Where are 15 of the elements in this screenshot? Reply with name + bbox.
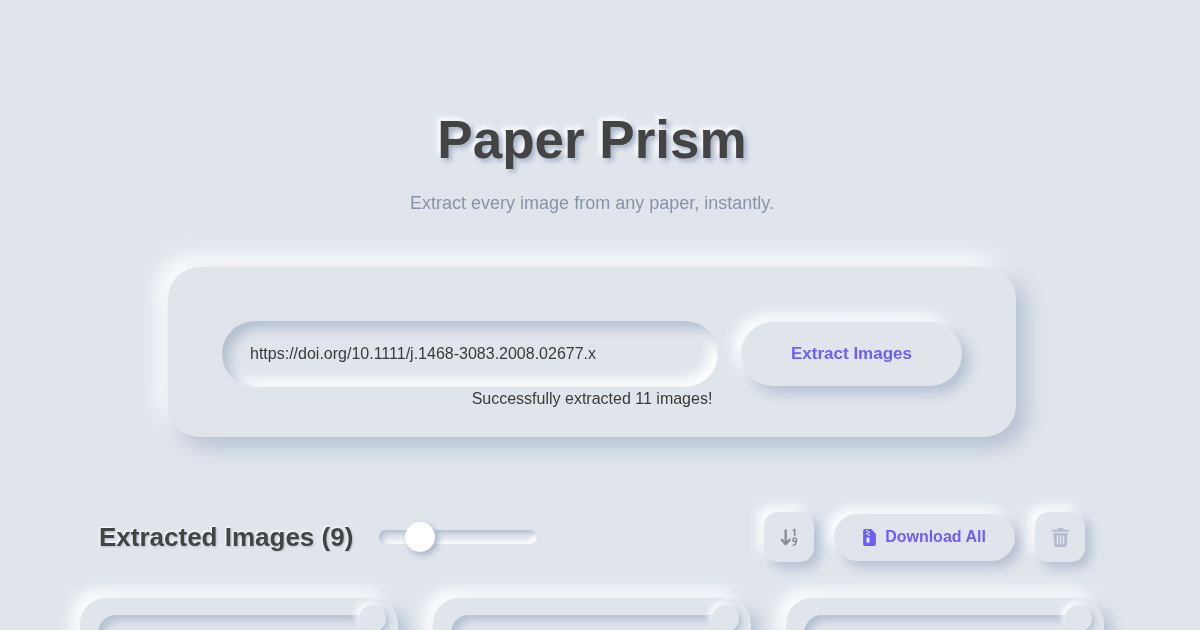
extract-button[interactable]: Extract Images [741,322,962,386]
section-heading: Extracted Images (9) [99,521,354,554]
url-field[interactable]: https://doi.org/10.1111/j.1468-3083.2008.02677.x [222,321,718,387]
slider-thumb[interactable] [404,522,435,552]
sort-button[interactable] [764,512,814,562]
circle-icon[interactable] [359,605,386,630]
circle-icon[interactable] [712,605,739,630]
status-message: Successfully extracted 11 images! [471,389,713,409]
tagline: Extract every image from any paper, instantly. [410,192,774,215]
app-title: Paper Prism [437,109,747,171]
download-all-button[interactable]: Download All [834,513,1015,561]
zip-file-icon [863,528,877,546]
trash-icon [1051,527,1069,547]
circle-icon[interactable] [1065,605,1092,630]
sort-icon [779,527,799,547]
